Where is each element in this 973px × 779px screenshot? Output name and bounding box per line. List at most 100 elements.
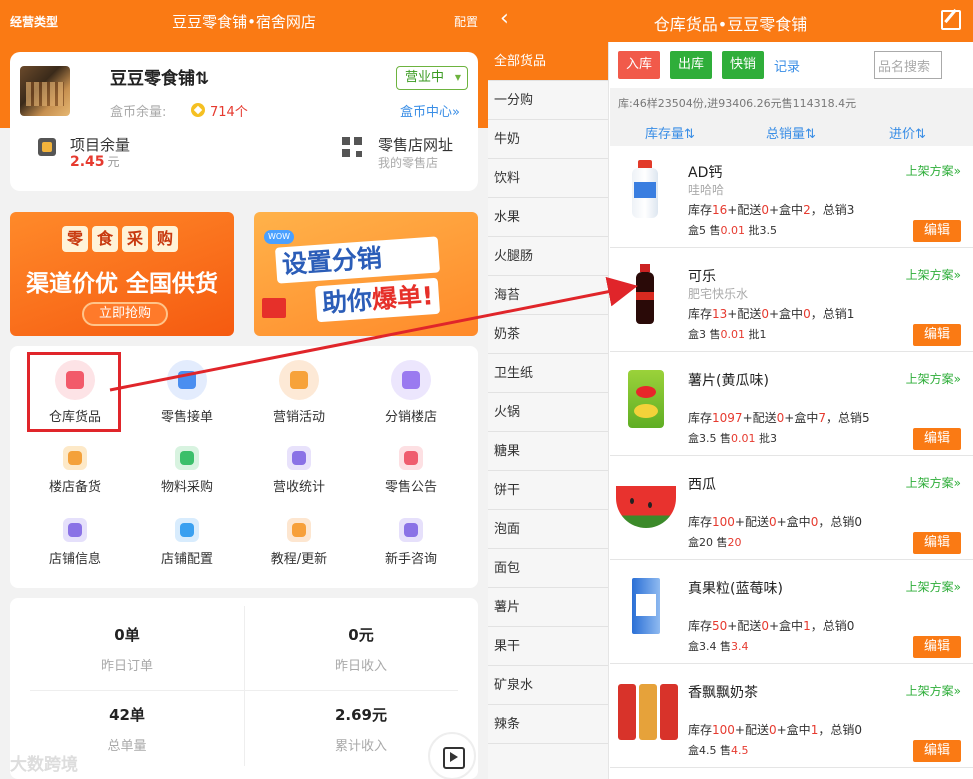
- project-balance-label[interactable]: 项目余量: [70, 134, 130, 155]
- sold-value: 3: [846, 203, 855, 217]
- stock-label: 库存: [688, 723, 713, 737]
- box-price-label: 盒: [688, 744, 699, 757]
- category-item[interactable]: 火腿肠: [488, 237, 608, 276]
- box-price-value: 5: [699, 224, 706, 237]
- category-item[interactable]: 水果: [488, 198, 608, 237]
- distribution-banner[interactable]: WOW 设置分销 助你爆单!: [254, 212, 478, 336]
- inventory-summary: 库:46样23504份,进93406.26元售114318.4元 库存量⇅ 总销…: [610, 88, 973, 146]
- product-row[interactable]: 可乐 肥宅快乐水 库存13+配送0+盒中0，总销1 盒3 售0.01 批1 上架…: [610, 250, 973, 352]
- business-status-dropdown[interactable]: 营业中 ▼: [396, 66, 468, 90]
- menu-item[interactable]: 新手咨询: [355, 518, 467, 567]
- icon-glyph: [404, 523, 418, 537]
- category-item[interactable]: 卫生纸: [488, 354, 608, 393]
- category-item[interactable]: 面包: [488, 549, 608, 588]
- menu-item[interactable]: 教程/更新: [243, 518, 355, 567]
- category-item[interactable]: 火锅: [488, 393, 608, 432]
- menu-item[interactable]: 营收统计: [243, 446, 355, 495]
- config-button[interactable]: 配置: [454, 13, 478, 30]
- edit-button[interactable]: 编辑: [913, 636, 961, 658]
- stock-out-button[interactable]: 出库: [670, 51, 712, 79]
- category-item[interactable]: 海苔: [488, 276, 608, 315]
- category-item[interactable]: 辣条: [488, 705, 608, 744]
- stat-yesterday-income[interactable]: 0元 昨日收入: [244, 624, 478, 674]
- category-item[interactable]: 糖果: [488, 432, 608, 471]
- product-row[interactable]: 香飘飘奶茶 库存100+配送0+盒中1，总销0 盒4.5 售4.5 上架方案» …: [610, 666, 973, 768]
- screenshot-root: 经营类型 豆豆零食铺•宿舍网店 配置 豆豆零食铺⇅ 营业中 ▼ 盒币余量: 71…: [0, 0, 973, 779]
- sold-label: ，总销: [818, 515, 855, 529]
- stock-label: 库存: [688, 307, 713, 321]
- stat-yesterday-orders[interactable]: 0单 昨日订单: [10, 624, 244, 674]
- category-item[interactable]: 牛奶: [488, 120, 608, 159]
- distribution-icon: [391, 360, 431, 400]
- category-item[interactable]: 饮料: [488, 159, 608, 198]
- menu-item[interactable]: 零售接单: [131, 360, 243, 425]
- listing-plan-link[interactable]: 上架方案»: [906, 266, 961, 283]
- menu-item[interactable]: 店铺信息: [19, 518, 131, 567]
- video-play-button[interactable]: [428, 732, 476, 779]
- box-price-label: 盒: [688, 224, 699, 237]
- box-value: 2: [803, 203, 811, 217]
- listing-plan-link[interactable]: 上架方案»: [906, 474, 961, 491]
- sold-label: ，总销: [810, 307, 847, 321]
- product-search-input[interactable]: 品名搜索: [874, 51, 942, 79]
- sold-label: ，总销: [810, 619, 847, 633]
- sold-value: 0: [854, 723, 862, 737]
- listing-plan-link[interactable]: 上架方案»: [906, 578, 961, 595]
- category-item[interactable]: 饼干: [488, 471, 608, 510]
- edit-button[interactable]: 编辑: [913, 324, 961, 346]
- edit-button[interactable]: 编辑: [913, 740, 961, 762]
- stock-icon: [63, 446, 87, 470]
- coin-center-link[interactable]: 盒币中心»: [400, 101, 460, 120]
- category-item[interactable]: 矿泉水: [488, 666, 608, 705]
- stock-label: 库存: [688, 203, 713, 217]
- distribution-slogan: 设置分销 助你爆单!: [274, 236, 441, 323]
- chips-image: [620, 368, 670, 428]
- record-link[interactable]: 记录: [774, 56, 800, 75]
- edit-button[interactable]: 编辑: [913, 220, 961, 242]
- sort-price[interactable]: 进价⇅: [889, 123, 926, 142]
- listing-plan-link[interactable]: 上架方案»: [906, 162, 961, 179]
- warehouse-toolbar: 入库 出库 快销 记录 品名搜索: [610, 42, 973, 88]
- edit-icon[interactable]: [941, 10, 961, 30]
- stat-label: 昨日订单: [100, 659, 153, 674]
- stat-total-orders[interactable]: 42单 总单量: [10, 704, 244, 754]
- menu-item[interactable]: 楼店备货: [19, 446, 131, 495]
- gift-icon: [262, 298, 286, 318]
- edit-button[interactable]: 编辑: [913, 532, 961, 554]
- category-item[interactable]: 奶茶: [488, 315, 608, 354]
- sold-value: 0: [854, 515, 862, 529]
- product-name: AD钙: [688, 165, 723, 181]
- stock-in-button[interactable]: 入库: [618, 51, 660, 79]
- menu-item[interactable]: 营销活动: [243, 360, 355, 425]
- edit-button[interactable]: 编辑: [913, 428, 961, 450]
- stock-value: 13: [712, 307, 728, 321]
- product-row[interactable]: AD钙 哇哈哈 库存16+配送0+盒中2，总销3 盒5 售0.01 批3.5 上…: [610, 146, 973, 248]
- snack-purchase-banner[interactable]: 零食采购 渠道价优 全国供货 立即抢购: [10, 212, 234, 336]
- category-item[interactable]: 一分购: [488, 81, 608, 120]
- category-item[interactable]: 果干: [488, 627, 608, 666]
- sell-price-value: 4.5: [731, 744, 749, 757]
- category-item[interactable]: 泡面: [488, 510, 608, 549]
- icon-glyph: [292, 451, 306, 465]
- menu-item[interactable]: 物料采购: [131, 446, 243, 495]
- shop-name[interactable]: 豆豆零食铺⇅: [110, 64, 209, 89]
- listing-plan-link[interactable]: 上架方案»: [906, 682, 961, 699]
- sort-stock[interactable]: 库存量⇅: [645, 123, 695, 142]
- stat-value: 42单: [109, 706, 145, 724]
- quick-sell-button[interactable]: 快销: [722, 51, 764, 79]
- product-row[interactable]: 薯片(黄瓜味) 库存1097+配送0+盒中7，总销5 盒3.5 售0.01 批3…: [610, 354, 973, 456]
- menu-item[interactable]: 店铺配置: [131, 518, 243, 567]
- menu-item[interactable]: 零售公告: [355, 446, 467, 495]
- product-prices: 盒20 售20: [688, 534, 742, 550]
- box-price-value: 3.4: [699, 640, 717, 653]
- store-url-label[interactable]: 零售店网址: [378, 134, 453, 155]
- menu-item-label: 分销楼店: [384, 410, 437, 425]
- product-row[interactable]: 西瓜 库存100+配送0+盒中0，总销0 盒20 售20 上架方案» 编辑: [610, 458, 973, 560]
- listing-plan-link[interactable]: 上架方案»: [906, 370, 961, 387]
- category-item[interactable]: 薯片: [488, 588, 608, 627]
- sort-sales[interactable]: 总销量⇅: [766, 123, 816, 142]
- menu-item[interactable]: 分销楼店: [355, 360, 467, 425]
- buy-now-button[interactable]: 立即抢购: [82, 302, 168, 326]
- category-item[interactable]: 全部货品: [488, 42, 608, 81]
- product-row[interactable]: 真果粒(蓝莓味) 库存50+配送0+盒中1，总销0 盒3.4 售3.4 上架方案…: [610, 562, 973, 664]
